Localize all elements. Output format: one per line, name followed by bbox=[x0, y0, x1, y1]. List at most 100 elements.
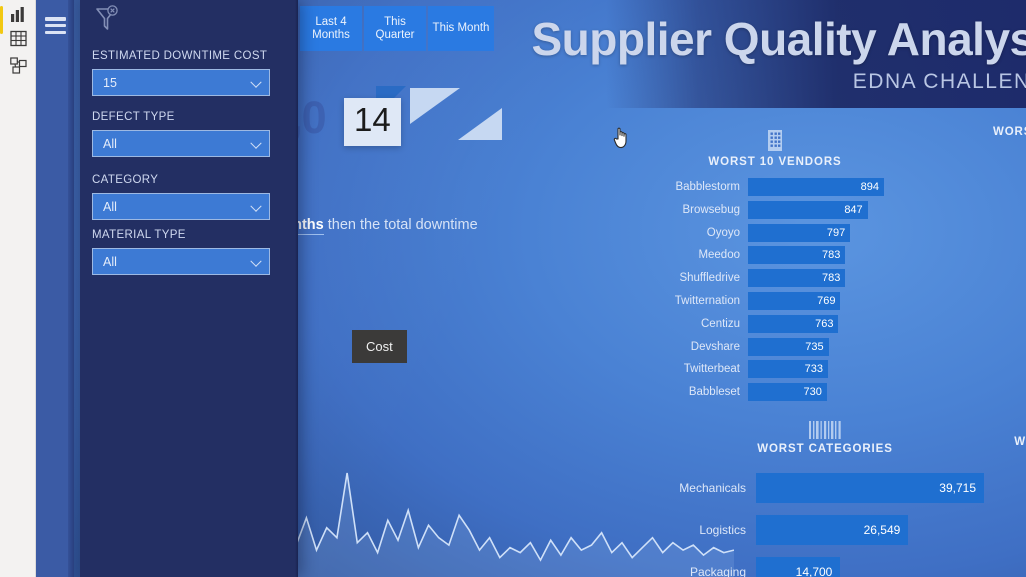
vendor-name: Meedoo bbox=[698, 249, 740, 262]
data-table-icon[interactable] bbox=[8, 28, 28, 48]
material-row[interactable]: Film bbox=[974, 510, 1026, 533]
vendor-bar-row[interactable]: Twitternation 769 bbox=[666, 291, 884, 310]
period-tab-this-quarter[interactable]: This Quarter bbox=[364, 6, 426, 51]
location-row[interactable]: New Britain bbox=[954, 340, 1026, 358]
vendor-value: 769 bbox=[817, 294, 836, 307]
filter-label-1: Defect Type bbox=[92, 111, 175, 123]
vendor-bar[interactable]: 735 bbox=[748, 337, 829, 356]
category-value: 26,549 bbox=[863, 523, 901, 537]
location-row[interactable]: Barling bbox=[954, 181, 1026, 199]
location-row[interactable]: Hingham bbox=[954, 158, 1026, 176]
nav-rail bbox=[36, 0, 74, 577]
chevron-down-icon bbox=[250, 200, 262, 212]
vendor-bar-track: 894 bbox=[748, 178, 884, 196]
vendor-bar[interactable]: 730 bbox=[748, 383, 827, 402]
material-row[interactable]: Raw Materials bbox=[974, 464, 1026, 487]
category-bar[interactable]: 39,715 bbox=[756, 473, 984, 503]
filter-dropdown-material-type[interactable]: All bbox=[92, 248, 270, 275]
vendor-name: Centizu bbox=[701, 317, 740, 330]
filter-group-category: Category All bbox=[92, 174, 270, 220]
vendor-bar-list: Babblestorm 894 Browsebug 847 Oyoyo 797 Meedoo… bbox=[666, 178, 884, 402]
filter-value-3: All bbox=[103, 254, 117, 269]
visual-title-locations: WORST 10 LOCATIONS bbox=[992, 126, 1026, 138]
clear-filter-icon[interactable] bbox=[92, 4, 120, 34]
vendor-bar[interactable]: 769 bbox=[748, 291, 841, 310]
vendor-bar-row[interactable]: Centizu 763 bbox=[666, 314, 884, 333]
vendor-name: Oyoyo bbox=[706, 226, 740, 239]
filter-dropdown-category[interactable]: All bbox=[92, 193, 270, 220]
visual-worst-categories[interactable]: WORST CATEGORIES Mechanicals 39,715 Logist… bbox=[666, 415, 984, 577]
vendor-name: Babblestorm bbox=[675, 181, 740, 193]
vendor-bar-track: 763 bbox=[748, 314, 884, 333]
vendor-bar-row[interactable]: Twitterbeat 733 bbox=[666, 360, 884, 379]
vendor-bar[interactable]: 763 bbox=[748, 314, 839, 333]
material-row[interactable]: Carton bbox=[974, 533, 1026, 556]
vendor-bar-track: 769 bbox=[748, 291, 884, 310]
filter-group-estimated-downtime-cost: Estimated Downtime Cost 15 bbox=[92, 50, 270, 96]
vendor-value: 797 bbox=[826, 226, 846, 239]
vendor-bar-row[interactable]: Oyoyo 797 bbox=[666, 223, 884, 242]
location-row[interactable]: Climax bbox=[954, 272, 1026, 290]
vendor-bar-row[interactable]: Shuffledrive 783 bbox=[666, 269, 884, 288]
vendor-bar[interactable]: 797 bbox=[748, 223, 851, 242]
category-bar[interactable]: 26,549 bbox=[756, 515, 909, 545]
visual-worst-10-locations[interactable]: WORST 10 LOCATIONS Hingham Barling Clay Ci… bbox=[954, 122, 1026, 400]
filter-value-0: 15 bbox=[103, 75, 117, 90]
vendor-bar[interactable]: 894 bbox=[748, 178, 884, 196]
vendor-name: Twitternation bbox=[674, 294, 740, 307]
vendor-bar-track: 783 bbox=[748, 246, 884, 265]
vendor-bar-track: 847 bbox=[748, 200, 884, 219]
filter-group-material-type: Material Type All bbox=[92, 229, 270, 275]
material-row[interactable]: Batteries bbox=[974, 556, 1026, 577]
category-bar-list: Mechanicals 39,715 Logistics 26,549 Packagin… bbox=[666, 473, 984, 577]
location-list: Hingham Barling Clay City, Illinois Twin Ro… bbox=[954, 158, 1026, 381]
vendor-bar-row[interactable]: Devshare 735 bbox=[666, 337, 884, 356]
material-list: Raw MaterialsCorrugateFilmCartonBatterie… bbox=[974, 464, 1026, 577]
location-row[interactable]: Clay City, Illinois bbox=[954, 204, 1026, 222]
visual-worst-10-vendors[interactable]: WORST 10 VENDORS Babblestorm 894 Browsebug… bbox=[666, 122, 884, 402]
vendor-bar-row[interactable]: Babbleset 730 bbox=[666, 383, 884, 402]
vendor-name: Devshare bbox=[690, 340, 740, 353]
visual-worst-materials[interactable]: WORST MATERIALS Raw MaterialsCorrugateFi… bbox=[974, 432, 1026, 577]
material-row[interactable]: Corrugate bbox=[974, 487, 1026, 510]
location-row[interactable]: Bruce Crossing bbox=[954, 363, 1026, 381]
vendor-bar[interactable]: 783 bbox=[748, 269, 846, 288]
filter-label-0: Estimated Downtime Cost bbox=[92, 50, 268, 62]
period-tab-this-month[interactable]: This Month bbox=[428, 6, 494, 51]
vendor-bar-row[interactable]: Meedoo 783 bbox=[666, 246, 884, 265]
category-bar-row[interactable]: Mechanicals 39,715 bbox=[666, 473, 984, 503]
location-row[interactable]: Jordan Valley bbox=[954, 295, 1026, 313]
vendor-bar[interactable]: 847 bbox=[748, 200, 868, 219]
model-icon[interactable] bbox=[8, 55, 28, 75]
filter-group-defect-type: Defect Type All bbox=[92, 111, 270, 157]
report-icon[interactable] bbox=[8, 4, 28, 24]
filter-dropdown-defect-type[interactable]: All bbox=[92, 130, 270, 157]
building-icon bbox=[666, 128, 884, 152]
filter-value-2: All bbox=[103, 199, 117, 214]
filter-dropdown-estimated-downtime-cost[interactable]: 15 bbox=[92, 69, 270, 96]
category-value: 14,700 bbox=[795, 565, 833, 577]
vendor-bar-row[interactable]: Browsebug 847 bbox=[666, 200, 884, 219]
category-bar[interactable]: 14,700 bbox=[756, 557, 841, 577]
visual-title-categories: WORST CATEGORIES bbox=[757, 443, 893, 455]
location-row[interactable]: Twin Rocks bbox=[954, 226, 1026, 244]
vendor-value: 733 bbox=[804, 363, 823, 376]
category-bar-row[interactable]: Logistics 26,549 bbox=[666, 515, 984, 545]
vendor-value: 783 bbox=[822, 272, 841, 285]
kpi-tooltip: 14 bbox=[344, 98, 401, 146]
cost-chip[interactable]: Cost bbox=[352, 330, 407, 363]
period-tab-last-4-months[interactable]: Last 4 Months bbox=[300, 6, 362, 51]
location-row[interactable]: Charles City bbox=[954, 318, 1026, 336]
vendor-bar[interactable]: 733 bbox=[748, 360, 828, 379]
chevron-down-icon bbox=[250, 137, 262, 149]
category-name: Mechanicals bbox=[679, 481, 746, 495]
hamburger-menu-icon[interactable] bbox=[45, 17, 66, 34]
narrative-suffix: then the total downtime bbox=[323, 217, 478, 233]
vendor-bar-row[interactable]: Babblestorm 894 bbox=[666, 178, 884, 196]
category-bar-row[interactable]: Packaging 14,700 bbox=[666, 557, 984, 577]
vendor-value: 847 bbox=[844, 203, 863, 216]
chevron-down-icon bbox=[250, 255, 262, 267]
category-bar-track: 39,715 bbox=[756, 473, 984, 503]
location-row[interactable]: Savannah bbox=[954, 249, 1026, 267]
vendor-bar[interactable]: 783 bbox=[748, 246, 846, 265]
